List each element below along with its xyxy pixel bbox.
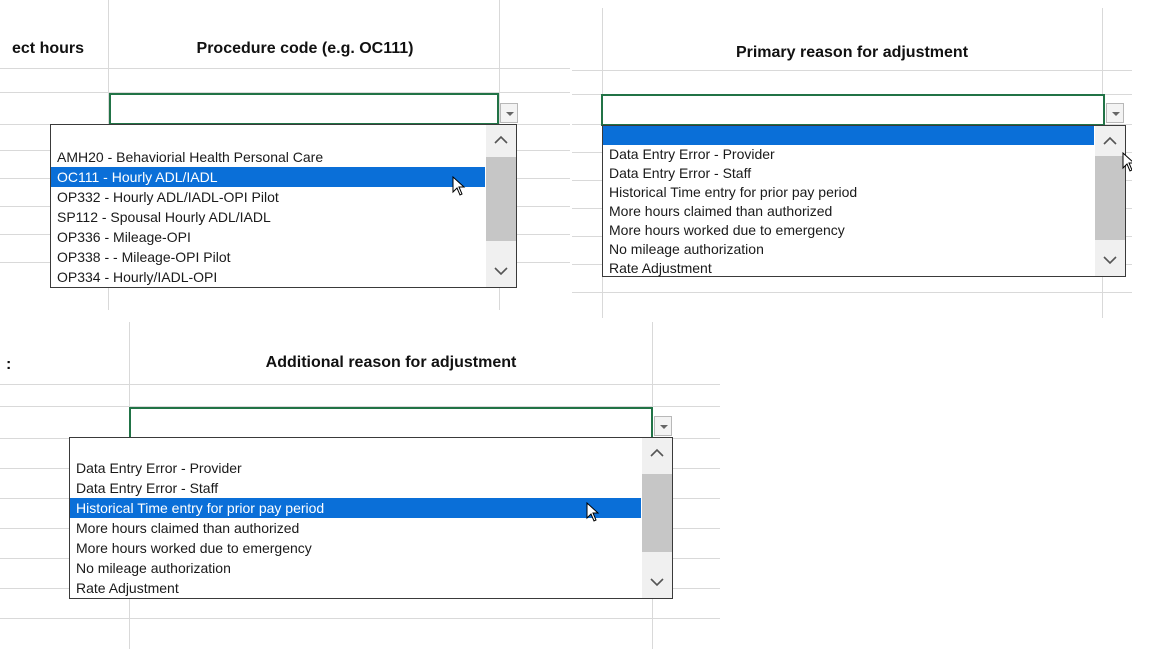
- dropdown-option[interactable]: More hours worked due to emergency: [603, 221, 1094, 240]
- column-header-partial: ect hours: [11, 40, 85, 57]
- scroll-up-icon[interactable]: [486, 125, 516, 155]
- gridline: [0, 68, 570, 69]
- additional-reason-dropdown[interactable]: Data Entry Error - Provider Data Entry E…: [69, 437, 673, 599]
- dropdown-option-selected[interactable]: Historical Time entry for prior pay peri…: [70, 498, 641, 518]
- scroll-down-icon[interactable]: [1095, 246, 1125, 276]
- dropdown-option[interactable]: SP112 - Spousal Hourly ADL/IADL: [51, 207, 485, 227]
- additional-reason-panel: : Additional reason for adjustment Data …: [0, 322, 720, 649]
- dropdown-list: AMH20 - Behaviorial Health Personal Care…: [51, 125, 485, 287]
- additional-reason-cell[interactable]: [129, 407, 653, 439]
- dropdown-option-selected-blank[interactable]: [603, 126, 1094, 145]
- dropdown-option[interactable]: Rate Adjustment: [70, 578, 641, 598]
- dropdown-option[interactable]: Data Entry Error - Provider: [70, 458, 641, 478]
- dropdown-arrow-button[interactable]: [1106, 103, 1124, 123]
- procedure-code-cell[interactable]: [109, 93, 499, 125]
- dropdown-option[interactable]: OP334 - Hourly/IADL-OPI: [51, 267, 485, 287]
- dropdown-option-selected[interactable]: OC111 - Hourly ADL/IADL: [51, 167, 485, 187]
- mouse-cursor-icon: [452, 176, 466, 196]
- mouse-cursor-icon: [586, 502, 600, 522]
- scrollbar[interactable]: [486, 125, 516, 287]
- dropdown-option[interactable]: Rate Adjustment: [603, 259, 1094, 278]
- primary-reason-dropdown[interactable]: Data Entry Error - Provider Data Entry E…: [602, 125, 1126, 277]
- scrollbar[interactable]: [642, 438, 672, 598]
- scrollbar-thumb[interactable]: [1095, 156, 1125, 240]
- column-header-primary-reason: Primary reason for adjustment: [735, 44, 969, 61]
- primary-reason-panel: Primary reason for adjustment Data Entry…: [572, 8, 1132, 318]
- mouse-cursor-icon: [1122, 152, 1132, 172]
- dropdown-option[interactable]: Data Entry Error - Staff: [70, 478, 641, 498]
- scroll-up-icon[interactable]: [1095, 126, 1125, 156]
- scrollbar-thumb[interactable]: [642, 474, 672, 552]
- scroll-down-icon[interactable]: [642, 568, 672, 598]
- column-header-procedure-code: Procedure code (e.g. OC111): [196, 40, 414, 57]
- gridline: [0, 618, 720, 619]
- dropdown-option[interactable]: OP338 - - Mileage-OPI Pilot: [51, 247, 485, 267]
- dropdown-option[interactable]: No mileage authorization: [70, 558, 641, 578]
- procedure-code-dropdown[interactable]: AMH20 - Behaviorial Health Personal Care…: [50, 124, 517, 288]
- dropdown-option[interactable]: OP336 - Mileage-OPI: [51, 227, 485, 247]
- dropdown-option[interactable]: Data Entry Error - Staff: [603, 164, 1094, 183]
- scrollbar[interactable]: [1095, 126, 1125, 276]
- dropdown-option[interactable]: No mileage authorization: [603, 240, 1094, 259]
- dropdown-list: Data Entry Error - Provider Data Entry E…: [603, 126, 1094, 276]
- column-header-additional-reason: Additional reason for adjustment: [265, 354, 517, 371]
- gridline: [0, 384, 720, 385]
- scroll-up-icon[interactable]: [642, 438, 672, 468]
- scroll-down-icon[interactable]: [486, 257, 516, 287]
- dropdown-arrow-button[interactable]: [654, 416, 672, 436]
- dropdown-option[interactable]: Data Entry Error - Provider: [603, 145, 1094, 164]
- gridline: [572, 70, 1132, 71]
- dropdown-list: Data Entry Error - Provider Data Entry E…: [70, 438, 641, 598]
- gridline: [572, 292, 1132, 293]
- scrollbar-thumb[interactable]: [486, 157, 516, 241]
- dropdown-option[interactable]: More hours worked due to emergency: [70, 538, 641, 558]
- dropdown-arrow-button[interactable]: [500, 103, 518, 123]
- dropdown-option[interactable]: OP332 - Hourly ADL/IADL-OPI Pilot: [51, 187, 485, 207]
- primary-reason-cell[interactable]: [601, 94, 1105, 126]
- column-header-partial: :: [6, 356, 12, 373]
- dropdown-option[interactable]: More hours claimed than authorized: [603, 202, 1094, 221]
- dropdown-option[interactable]: AMH20 - Behaviorial Health Personal Care: [51, 147, 485, 167]
- procedure-code-panel: ect hours Procedure code (e.g. OC111) AM…: [0, 0, 570, 310]
- dropdown-option[interactable]: More hours claimed than authorized: [70, 518, 641, 538]
- dropdown-option[interactable]: Historical Time entry for prior pay peri…: [603, 183, 1094, 202]
